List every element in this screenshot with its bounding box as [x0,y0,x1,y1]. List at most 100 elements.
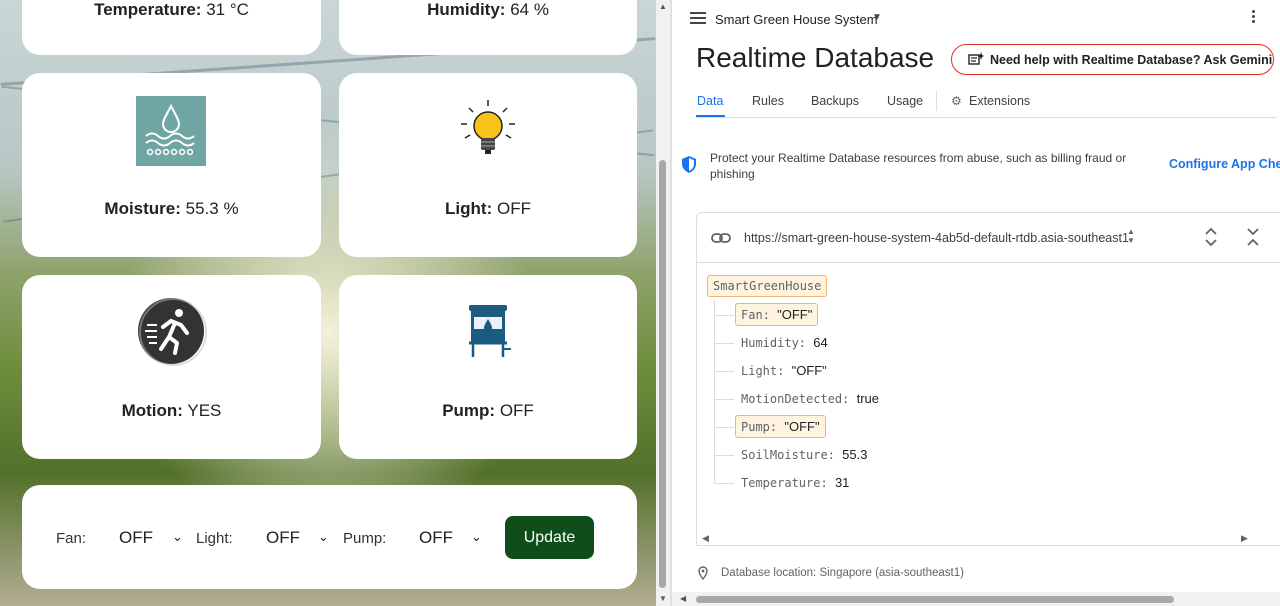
moisture-value: 55.3 % [185,199,239,218]
node-value: "OFF" [777,307,813,322]
tab-extensions[interactable]: Extensions [969,94,1030,108]
humidity-card: Humidity: 64 % [339,0,637,55]
chevron-down-icon[interactable]: ⌄ [172,529,183,545]
tree-node-temperature[interactable]: Temperature: 31 [741,475,849,490]
tree-node-pump[interactable]: Pump: "OFF" [735,415,826,438]
project-selector[interactable]: Smart Green House System [715,12,878,27]
left-scrollbar-thumb[interactable] [659,160,666,588]
pump-label: Pump: [442,401,496,420]
tab-separator [936,91,937,111]
ask-gemini-button[interactable]: Need help with Realtime Database? Ask Ge… [951,44,1274,75]
tab-usage[interactable]: Usage [887,94,923,108]
tree-node-fan[interactable]: Fan: "OFF" [735,303,819,326]
node-key: Temperature [741,476,821,490]
tree-node-light[interactable]: Light: "OFF" [741,363,827,378]
light-value: OFF [496,199,531,218]
node-key: Humidity [741,336,799,350]
tree-line [714,343,734,344]
tabs-divider [696,117,1277,118]
motion-runner-icon [138,298,207,366]
tab-rules[interactable]: Rules [752,94,784,108]
page-title: Realtime Database [696,42,935,73]
light-label: Light: [445,199,493,218]
node-value: 31 [834,475,850,490]
humidity-readout: Humidity: 64 % [427,0,549,20]
chevron-down-icon[interactable]: ⌄ [318,529,329,545]
scroll-down-arrow-icon[interactable]: ▼ [659,594,667,603]
pump-value: OFF [499,401,534,420]
motion-value: YES [187,401,222,420]
scroll-left-arrow-icon[interactable]: ◀ [680,594,686,603]
caret-down-icon[interactable]: ▼ [872,12,882,23]
fan-control-label: Fan: [56,530,87,547]
motion-readout: Motion: YES [122,401,222,421]
bottom-scrollbar-thumb[interactable] [696,596,1174,603]
tree-root-node[interactable]: SmartGreenHouse [707,275,828,297]
tree-line [714,399,734,400]
database-url-bar: https://smart-green-house-system-4ab5d-d… [697,213,1280,263]
light-select[interactable]: OFF [266,528,300,548]
tree-node-humidity[interactable]: Humidity: 64 [741,335,828,350]
scroll-left-arrow-icon[interactable]: ◀ [702,533,709,544]
moisture-label: Moisture: [104,199,181,218]
update-button[interactable]: Update [505,516,594,559]
light-control-label: Light: [196,530,233,547]
node-key: Pump [741,420,770,434]
pump-card: Pump: OFF [339,275,637,459]
tab-backups[interactable]: Backups [811,94,859,108]
firebase-console: Smart Green House System ▼ Realtime Data… [672,0,1280,606]
app-check-notice: Protect your Realtime Database resources… [710,151,1127,181]
node-value: "OFF" [791,363,827,378]
node-value: 55.3 [842,447,868,462]
shield-icon [682,156,696,173]
tab-data[interactable]: Data [697,94,723,108]
ask-gemini-label: Need help with Realtime Database? Ask Ge… [990,52,1273,67]
temperature-readout: Temperature: 31 °C [94,0,249,20]
expand-all-icon[interactable] [1203,227,1219,247]
node-value: "OFF" [784,419,820,434]
temperature-value: 31 °C [206,0,249,19]
gemini-icon [968,52,984,65]
collapse-all-icon[interactable] [1245,227,1261,247]
water-moisture-icon [136,96,206,166]
database-location: Database location: Singapore (asia-south… [721,567,964,579]
tree-line [714,300,715,484]
moisture-card: Moisture: 55.3 % [22,73,321,257]
moisture-readout: Moisture: 55.3 % [104,199,238,219]
tree-line [714,455,734,456]
temperature-label: Temperature: [94,0,202,19]
tree-line [714,371,734,372]
pump-select[interactable]: OFF [419,528,453,548]
light-card: Light: OFF [339,73,637,257]
pump-control-label: Pump: [343,530,387,547]
node-key: MotionDetected [741,392,843,406]
motion-label: Motion: [121,401,183,420]
fan-select[interactable]: OFF [119,528,153,548]
water-tank-pump-icon [469,305,511,357]
tree-node-motion-detected[interactable]: MotionDetected: true [741,391,879,406]
pump-readout: Pump: OFF [442,401,534,421]
more-vert-icon[interactable] [1252,10,1255,25]
scroll-up-arrow-icon[interactable]: ▲ [659,2,667,11]
node-key: SoilMoisture [741,448,828,462]
temperature-card: Temperature: 31 °C [22,0,321,55]
tree-node-soil-moisture[interactable]: SoilMoisture: 55.3 [741,447,867,462]
database-panel: https://smart-green-house-system-4ab5d-d… [696,212,1280,546]
tree-line [714,315,734,316]
light-bulb-icon [461,100,515,154]
controls-card: Fan: OFF ⌄ Light: OFF ⌄ Pump: OFF ⌄ Upda… [22,485,637,589]
scroll-right-arrow-icon[interactable]: ▶ [1241,533,1248,544]
extensions-icon: ⚙ [951,94,962,108]
light-readout: Light: OFF [445,199,531,219]
link-icon [711,233,731,243]
tree-line [714,483,734,484]
node-value: 64 [813,335,828,350]
hamburger-icon[interactable] [690,12,706,27]
pin-icon [698,566,708,580]
configure-app-check-link[interactable]: Configure App Che [1169,157,1280,171]
database-url[interactable]: https://smart-green-house-system-4ab5d-d… [744,231,1129,245]
node-value: true [856,391,880,406]
url-scroll-arrows-icon[interactable]: ▲ ▼ [1127,227,1135,245]
node-key: Fan [741,308,763,322]
chevron-down-icon[interactable]: ⌄ [471,529,482,545]
